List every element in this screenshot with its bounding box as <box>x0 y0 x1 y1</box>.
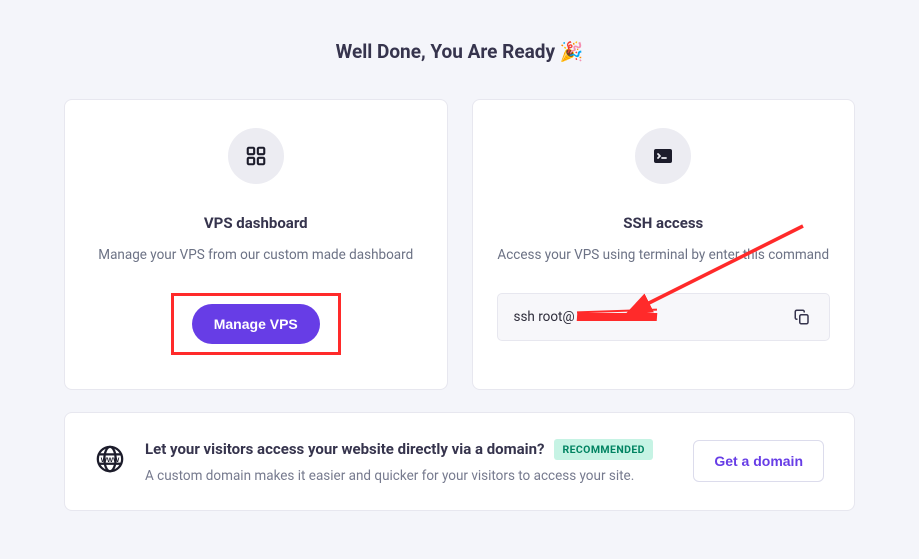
highlight-annotation: Manage VPS <box>171 293 341 355</box>
www-icon: WWW <box>95 444 125 478</box>
cards-row: VPS dashboard Manage your VPS from our c… <box>64 99 855 390</box>
manage-vps-button[interactable]: Manage VPS <box>192 304 320 344</box>
ssh-command-text: ssh root@ <box>514 309 575 325</box>
page-title: Well Done, You Are Ready 🎉 <box>64 40 855 63</box>
domain-sub-text: A custom domain makes it easier and quic… <box>145 468 673 484</box>
ssh-access-card: SSH access Access your VPS using termina… <box>472 99 856 390</box>
ssh-card-title: SSH access <box>623 214 703 232</box>
svg-text:WWW: WWW <box>101 457 120 464</box>
vps-card-desc: Manage your VPS from our custom made das… <box>98 246 413 265</box>
ssh-command-block: ssh root@ <box>497 293 831 341</box>
ssh-card-desc: Access your VPS using terminal by enter … <box>497 246 829 265</box>
terminal-icon <box>635 128 691 184</box>
recommended-badge: RECOMMENDED <box>554 439 652 460</box>
domain-heading-text: Let your visitors access your website di… <box>145 440 544 458</box>
redacted-host <box>577 311 657 323</box>
copy-button[interactable] <box>791 306 813 328</box>
domain-card: WWW Let your visitors access your websit… <box>64 412 855 511</box>
dashboard-icon <box>228 128 284 184</box>
get-domain-button[interactable]: Get a domain <box>693 440 824 482</box>
vps-dashboard-card: VPS dashboard Manage your VPS from our c… <box>64 99 448 390</box>
vps-card-title: VPS dashboard <box>204 214 308 232</box>
